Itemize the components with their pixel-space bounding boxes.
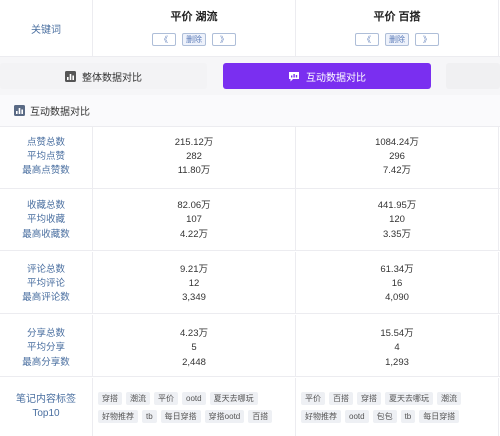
tag: 潮流 [437, 392, 461, 405]
metric-value: 107 [186, 214, 202, 225]
metric-value: 16 [391, 278, 403, 289]
content-tags-row: 笔记内容标签 Top10 穿搭 潮流 平价 ootd 夏天去哪玩 好物推荐 tb… [0, 378, 500, 436]
metric-value: 12 [188, 278, 200, 289]
metric-label: 平均点赞 [26, 151, 65, 162]
keyword-title-2: 平价 百搭 [373, 11, 421, 23]
chat-chart-icon [289, 71, 299, 81]
tab-interaction-data[interactable]: 互动数据对比 [223, 63, 431, 89]
metric-value: 61.34万 [380, 264, 414, 275]
metric-label: 最高收藏数 [22, 229, 70, 240]
metric-group-shares: 分享总数 平均分享 最高分享数 4.23万 5 2,448 15.54万 4 1… [0, 315, 500, 377]
metric-value: 2,448 [182, 357, 206, 368]
keyword-title-1: 平价 湖流 [170, 11, 218, 23]
metric-label: 最高点赞数 [22, 165, 70, 176]
metric-value: 4.22万 [180, 229, 208, 240]
metric-value: 82.06万 [177, 200, 211, 211]
tab-more[interactable] [446, 63, 500, 89]
delete-button-2[interactable]: 删除 [385, 33, 409, 46]
tag: 穿搭ootd [204, 410, 245, 423]
delete-button-1[interactable]: 删除 [182, 33, 206, 46]
tab-overall-label: 整体数据对比 [82, 72, 142, 84]
keyword-column-2: 平价 百搭 《 删除 》 [296, 0, 499, 57]
tag: 平价 [154, 392, 178, 405]
bar-chart-icon [14, 105, 25, 116]
metric-value: 3,349 [182, 292, 206, 303]
metric-value: 282 [186, 151, 202, 162]
tag: 每日穿搭 [419, 410, 460, 423]
section-title-bar: 互动数据对比 [0, 95, 500, 127]
metric-value: 441.95万 [377, 200, 417, 211]
metric-value: 15.54万 [380, 328, 414, 339]
tag: 包包 [372, 410, 397, 423]
metric-value: 1084.24万 [375, 137, 419, 148]
section-title: 互动数据对比 [30, 107, 90, 118]
metric-value: 4,090 [385, 292, 409, 303]
tag: 每日穿搭 [160, 410, 201, 423]
tag: 百搭 [248, 410, 273, 423]
metric-value: 120 [389, 214, 405, 225]
metric-value: 3.35万 [383, 229, 411, 240]
move-right-button-2[interactable]: 》 [415, 33, 439, 46]
metric-label: 平均分享 [26, 342, 65, 353]
tag: 百搭 [329, 392, 353, 405]
move-right-button-1[interactable]: 》 [212, 33, 236, 46]
tag: 好物推荐 [301, 410, 341, 423]
tag: 夏天去哪玩 [385, 392, 433, 405]
metric-label: 分享总数 [26, 328, 65, 339]
tag: 夏天去哪玩 [209, 392, 258, 405]
metric-label: 最高评论数 [22, 292, 70, 303]
move-left-button-1[interactable]: 《 [152, 33, 176, 46]
content-tags-label: 笔记内容标签 Top10 [0, 378, 93, 436]
tag: 平价 [301, 392, 325, 405]
metric-group-collects: 收藏总数 平均收藏 最高收藏数 82.06万 107 4.22万 441.95万… [0, 189, 500, 251]
tag: ootd [345, 410, 369, 423]
tag: 穿搭 [98, 392, 122, 405]
tag-list-1: 穿搭 潮流 平价 ootd 夏天去哪玩 好物推荐 tb 每日穿搭 穿搭ootd … [93, 378, 296, 436]
tag: 好物推荐 [98, 410, 138, 423]
metric-group-comments: 评论总数 平均评论 最高评论数 9.21万 12 3,349 61.34万 16… [0, 252, 500, 314]
metric-label: 点赞总数 [26, 137, 65, 148]
tab-overall-data[interactable]: 整体数据对比 [0, 63, 207, 89]
content-tags-label-line1: 笔记内容标签 [16, 394, 76, 405]
metric-group-likes: 点赞总数 平均点赞 最高点赞数 215.12万 282 11.80万 1084.… [0, 127, 500, 189]
keyword-label: 关键词 [0, 0, 93, 57]
tag: ootd [182, 392, 206, 405]
content-tags-label-line2: Top10 [32, 408, 60, 419]
metric-value: 11.80万 [177, 165, 211, 176]
compare-header: 关键词 平价 湖流 《 删除 》 平价 百搭 《 删除 》 [0, 0, 500, 57]
metric-value: 7.42万 [383, 165, 411, 176]
bar-chart-icon [65, 70, 76, 82]
metric-value: 1,293 [385, 357, 409, 368]
tag: 穿搭 [357, 392, 381, 405]
metric-value: 9.21万 [180, 264, 208, 275]
tag-list-2: 平价 百搭 穿搭 夏天去哪玩 潮流 好物推荐 ootd 包包 tb 每日穿搭 [296, 378, 499, 436]
metric-label: 收藏总数 [26, 200, 65, 211]
metric-label: 平均评论 [26, 278, 65, 289]
metric-label: 最高分享数 [22, 357, 70, 368]
tab-bar: 整体数据对比 互动数据对比 [0, 57, 500, 95]
metric-value: 4.23万 [180, 328, 208, 339]
metric-value: 215.12万 [174, 137, 214, 148]
tag: 潮流 [126, 392, 150, 405]
move-left-button-2[interactable]: 《 [355, 33, 379, 46]
metric-label: 评论总数 [26, 264, 65, 275]
metric-value: 4 [394, 342, 400, 353]
tab-interaction-label: 互动数据对比 [306, 72, 366, 84]
metric-label: 平均收藏 [26, 214, 65, 225]
tag: tb [400, 410, 416, 423]
tag: tb [142, 410, 157, 423]
metric-value: 5 [191, 342, 197, 353]
keyword-column-1: 平价 湖流 《 删除 》 [93, 0, 296, 57]
metric-value: 296 [389, 151, 405, 162]
